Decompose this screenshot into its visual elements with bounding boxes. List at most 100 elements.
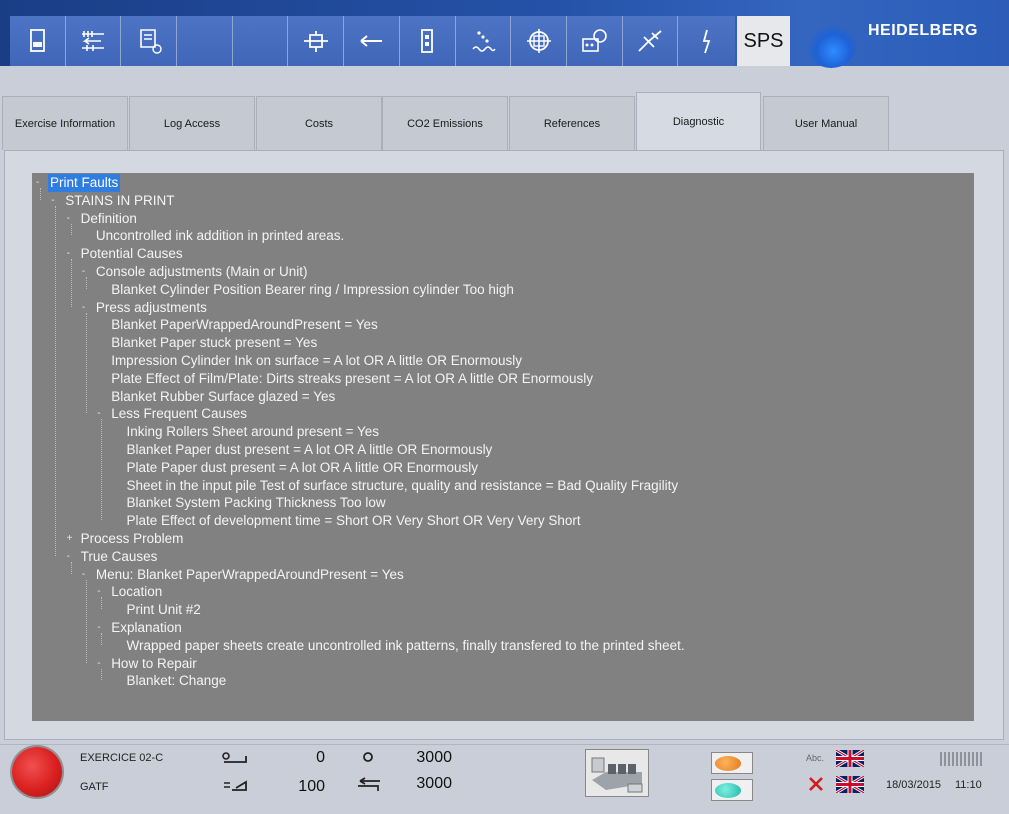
toolbar-button[interactable] [456,16,512,66]
toolbar-button[interactable] [66,16,122,66]
tree-node[interactable]: STAINS IN PRINT [63,192,176,210]
tree-node[interactable]: Blanket Cylinder Position Bearer ring / … [109,281,516,299]
tab-costs[interactable]: Costs [256,96,382,150]
tree-connector [70,259,72,307]
tree-connector [40,188,41,200]
tree-node[interactable]: Blanket Paper stuck present = Yes [109,334,319,352]
uk-flag-icon[interactable] [836,776,864,793]
tree-node[interactable]: Potential Causes [79,245,185,263]
tree-node[interactable]: Print Unit #2 [125,601,203,619]
tree-node[interactable]: Location [109,583,164,601]
toolbar-button[interactable] [233,16,289,66]
teal-lamp-icon [715,783,741,798]
tree-node[interactable]: Blanket PaperWrappedAroundPresent = Yes [109,316,380,334]
electrical-icon [702,29,711,54]
tree-node[interactable]: Menu: Blanket PaperWrappedAroundPresent … [94,566,406,584]
tab-diagnostic[interactable]: Diagnostic [636,92,761,150]
tree-connector [101,597,103,610]
tree-node-label: Blanket Paper dust present = A lot OR A … [126,442,493,457]
toolbar-button[interactable] [177,16,233,66]
tab-user-manual[interactable]: User Manual [763,96,889,150]
toolbar-button[interactable] [567,16,623,66]
tree-node[interactable]: Definition [79,210,139,228]
tree-node[interactable]: Blanket Paper dust present = A lot OR A … [125,441,495,459]
path-icon [638,30,662,52]
tree-node[interactable]: Less Frequent Causes [109,405,249,423]
tree-node[interactable]: Process Problem [79,530,186,548]
collapse-toggle[interactable]: - [97,583,100,601]
orange-lamp-icon [715,756,741,771]
sps-button[interactable]: SPS [737,16,790,66]
tree-node[interactable]: Blanket System Packing Thickness Too low [125,494,388,512]
abc-label: Abc. [806,753,825,763]
tab-exercise-information[interactable]: Exercise Information [2,96,128,150]
collapse-toggle[interactable]: - [51,192,54,210]
tree-node-label: Console adjustments (Main or Unit) [95,264,308,279]
tree-connector [85,312,87,414]
toolbar-button[interactable] [10,16,66,66]
red-x-icon[interactable] [808,776,824,792]
document-clock-icon [139,29,162,54]
tree-node[interactable]: Sheet in the input pile Test of surface … [125,477,681,495]
tree-connector [70,561,72,574]
collapse-toggle[interactable]: - [67,548,70,566]
organization-name: GATF [80,781,109,793]
job-card-icon [30,29,46,52]
toolbar-button[interactable] [121,16,178,66]
tree-node[interactable]: Blanket: Change [125,672,229,690]
collapse-toggle[interactable]: - [97,619,100,637]
collapse-toggle[interactable]: - [82,263,85,281]
help-lamp-button[interactable] [711,779,753,801]
tree-node[interactable]: Plate Paper dust present = A lot OR A li… [125,459,481,477]
diagnostic-lamp-button[interactable] [711,752,753,774]
tab-bar: Exercise Information Log Access Costs CO2 E… [0,92,1009,150]
toolbar-button[interactable] [400,16,456,66]
tree-node-label: Press adjustments [95,299,207,315]
tree-node-label: Sheet in the input pile Test of surface … [126,477,679,493]
counter-bottom-value: 100 [298,778,325,795]
feeder-icon [303,31,328,52]
diagnostic-panel: - Print Faults - STAINS IN PRINT - Definition… [4,150,1004,740]
collapse-toggle[interactable]: - [67,245,70,263]
tree-node[interactable]: How to Repair [109,655,199,673]
collapse-toggle[interactable]: - [67,210,70,228]
toolbar-button[interactable] [288,16,345,66]
tab-log-access[interactable]: Log Access [129,96,255,150]
toolbar-button[interactable] [344,16,400,66]
press-overview-button[interactable] [585,749,649,797]
uk-flag-icon[interactable] [836,750,864,767]
toolbar-button[interactable] [678,16,734,66]
tree-node[interactable]: Impression Cylinder Ink on surface = A l… [109,352,524,370]
collapse-toggle[interactable]: - [36,174,39,192]
tree-node[interactable]: Wrapped paper sheets create uncontrolled… [125,637,687,655]
tree-node[interactable]: Inking Rollers Sheet around present = Ye… [125,423,382,441]
tree-node-label: Blanket PaperWrappedAroundPresent = Yes [111,317,378,333]
tree-connector [85,277,87,289]
collapse-toggle[interactable]: - [97,655,100,673]
collapse-toggle[interactable]: - [82,299,85,317]
tree-node[interactable]: Plate Effect of Film/Plate: Dirts streak… [109,370,595,388]
toolbar-button[interactable] [511,16,567,66]
collapse-toggle[interactable]: - [97,405,100,423]
color-measure-icon [582,29,608,52]
tree-connector [70,223,72,236]
register-icon [526,29,551,53]
collapse-toggle[interactable]: - [82,566,85,584]
waste-counter-icon [224,780,247,791]
tree-connector [85,579,87,663]
tree-node[interactable]: Blanket Rubber Surface glazed = Yes [109,388,337,406]
tab-references[interactable]: References [509,96,635,150]
tree-node[interactable]: Uncontrolled ink addition in printed are… [94,227,346,245]
status-date: 18/03/2015 [886,779,942,791]
tree-node[interactable]: Console adjustments (Main or Unit) [94,263,310,281]
tree-node[interactable]: Explanation [109,619,184,637]
toolbar-button[interactable] [623,16,679,66]
tree-node[interactable]: Press adjustments [94,299,209,317]
counter-top-value: 0 [316,749,325,766]
emergency-stop-button[interactable] [12,747,62,797]
tree-node[interactable]: Print Faults [48,174,121,192]
tree-node[interactable]: Plate Effect of development time = Short… [125,512,583,530]
expand-toggle[interactable]: + [67,530,73,548]
tree-node[interactable]: True Causes [79,548,160,566]
tab-co2-emissions[interactable]: CO2 Emissions [382,96,508,150]
